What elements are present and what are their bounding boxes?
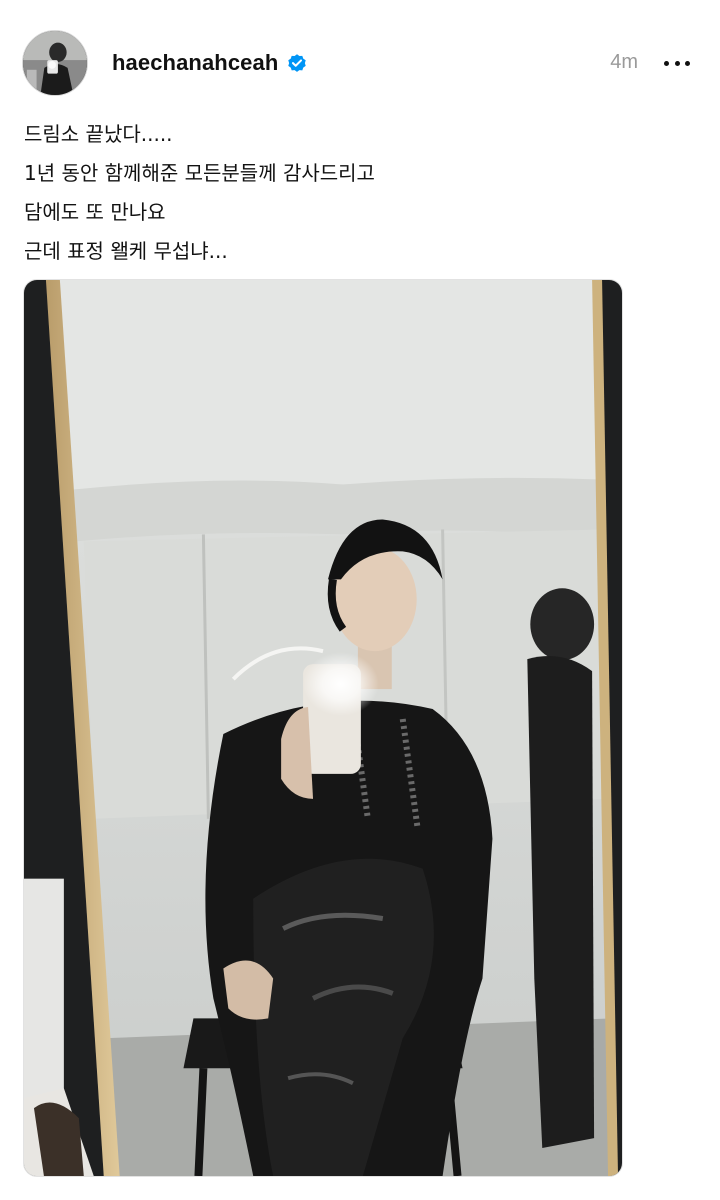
caption-line: 담에도 또 만나요 xyxy=(24,200,166,224)
post-photo[interactable] xyxy=(23,279,623,1177)
caption-line: 드림소 끝났다..... xyxy=(24,122,173,146)
dot xyxy=(674,60,680,66)
username-row: haechanahceah xyxy=(112,48,308,78)
username[interactable]: haechanahceah xyxy=(112,50,278,76)
mirror-selfie-image xyxy=(24,280,622,1176)
more-options-icon[interactable] xyxy=(664,53,690,73)
verified-badge-icon xyxy=(286,52,308,74)
dot xyxy=(664,60,669,66)
dot xyxy=(685,60,690,66)
caption-line: 1년 동안 함께해준 모든분들께 감사드리고 xyxy=(24,161,375,185)
threads-post: haechanahceah 4m 드림소 끝났다..... 1년 동안 함께해준… xyxy=(0,0,720,1200)
avatar-image xyxy=(23,31,87,95)
caption-line: 근데 표정 왤케 무섭냐... xyxy=(24,239,228,263)
post-timestamp: 4m xyxy=(610,51,638,73)
post-caption: 드림소 끝났다..... 1년 동안 함께해준 모든분들께 감사드리고 담에도 … xyxy=(24,115,694,271)
user-avatar[interactable] xyxy=(22,30,88,96)
